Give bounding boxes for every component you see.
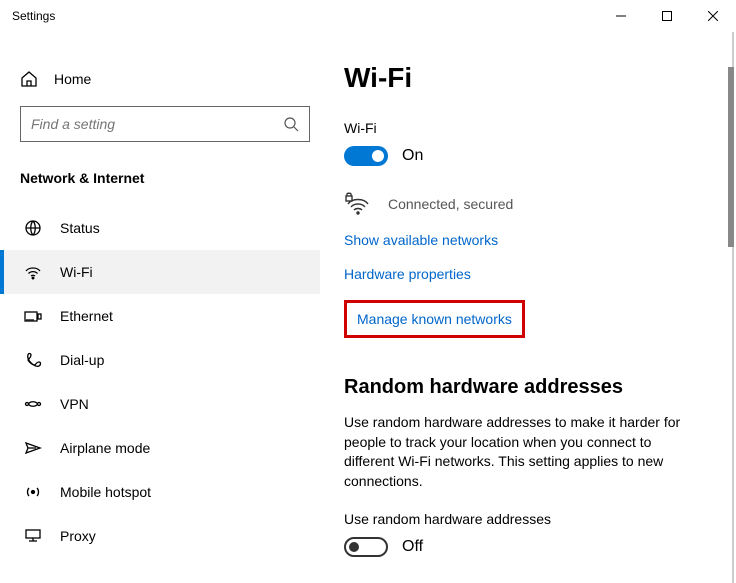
hotspot-icon <box>24 483 42 501</box>
highlighted-link-box: Manage known networks <box>344 300 525 338</box>
random-toggle-label: Use random hardware addresses <box>344 511 736 527</box>
manage-known-networks-link[interactable]: Manage known networks <box>357 311 512 327</box>
random-toggle-state: Off <box>402 538 423 556</box>
minimize-button[interactable] <box>598 0 644 32</box>
window-title: Settings <box>12 9 55 23</box>
sidebar-item-label: Airplane mode <box>60 440 150 456</box>
airplane-icon <box>24 439 42 457</box>
wifi-secured-icon <box>344 190 372 218</box>
close-button[interactable] <box>690 0 736 32</box>
main-content: Wi-Fi Wi-Fi On Connected, secured Show a… <box>320 32 736 583</box>
sidebar-item-vpn[interactable]: VPN <box>0 382 320 426</box>
sidebar-item-label: Mobile hotspot <box>60 484 151 500</box>
vpn-icon <box>24 395 42 413</box>
random-description: Use random hardware addresses to make it… <box>344 413 684 491</box>
proxy-icon <box>24 527 42 545</box>
sidebar-item-label: Status <box>60 220 100 236</box>
show-available-link[interactable]: Show available networks <box>344 232 736 248</box>
ethernet-icon <box>24 307 42 325</box>
search-box[interactable] <box>20 106 310 142</box>
wifi-toggle-label: On <box>402 147 423 165</box>
maximize-button[interactable] <box>644 0 690 32</box>
wifi-label: Wi-Fi <box>344 120 736 136</box>
random-toggle[interactable] <box>344 537 388 557</box>
sidebar-item-label: Proxy <box>60 528 96 544</box>
sidebar-item-status[interactable]: Status <box>0 206 320 250</box>
dialup-icon <box>24 351 42 369</box>
window-controls <box>598 0 736 32</box>
titlebar: Settings <box>0 0 736 32</box>
status-icon <box>24 219 42 237</box>
hardware-properties-link[interactable]: Hardware properties <box>344 266 736 282</box>
home-label: Home <box>54 71 91 87</box>
search-input[interactable] <box>31 116 283 132</box>
sidebar-item-airplane[interactable]: Airplane mode <box>0 426 320 470</box>
sidebar-item-wifi[interactable]: Wi-Fi <box>0 250 320 294</box>
scrollbar[interactable] <box>732 32 734 583</box>
home-icon <box>20 70 38 88</box>
sidebar-item-proxy[interactable]: Proxy <box>0 514 320 558</box>
random-heading: Random hardware addresses <box>344 376 736 399</box>
sidebar-item-dialup[interactable]: Dial-up <box>0 338 320 382</box>
sidebar-item-ethernet[interactable]: Ethernet <box>0 294 320 338</box>
sidebar-item-label: VPN <box>60 396 89 412</box>
connection-status: Connected, secured <box>388 196 513 212</box>
sidebar-item-label: Wi-Fi <box>60 264 93 280</box>
sidebar-item-hotspot[interactable]: Mobile hotspot <box>0 470 320 514</box>
wifi-toggle[interactable] <box>344 146 388 166</box>
sidebar-item-label: Dial-up <box>60 352 104 368</box>
search-icon <box>283 116 299 132</box>
sidebar: Home Network & Internet Status <box>0 32 320 583</box>
wifi-icon <box>24 263 42 281</box>
home-link[interactable]: Home <box>10 62 320 96</box>
sidebar-item-label: Ethernet <box>60 308 113 324</box>
page-title: Wi-Fi <box>344 62 736 94</box>
sidebar-category: Network & Internet <box>10 160 320 206</box>
